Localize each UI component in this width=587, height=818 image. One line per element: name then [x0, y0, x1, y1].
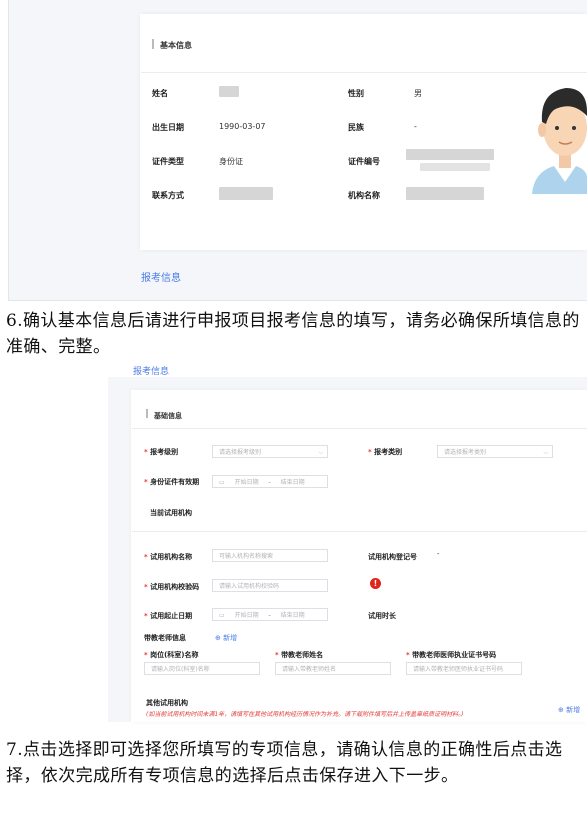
- add-other-org-button[interactable]: ⊕ 新增: [558, 705, 580, 715]
- idno-label: 证件编号: [348, 157, 380, 166]
- divider: [132, 531, 587, 532]
- warning-icon: !: [370, 578, 381, 589]
- trial-date-range[interactable]: ▭ 开始日期 - 结束日期: [212, 608, 328, 621]
- idno-value-redacted: [406, 149, 494, 160]
- org-code-label: * 试用机构校验码: [144, 583, 200, 591]
- exam-level-select[interactable]: 请选择报考级别 ⌵: [212, 445, 328, 458]
- exam-type-label: * 报考类别: [368, 448, 403, 456]
- contact-label: 联系方式: [152, 191, 184, 200]
- org-label: 机构名称: [348, 191, 380, 200]
- post-input[interactable]: 请输入岗位(科室)名称: [144, 662, 260, 675]
- trial-date-label: * 试用起止日期: [144, 612, 193, 620]
- calendar-icon: ▭: [219, 612, 225, 619]
- idno-value-redacted-2: [420, 163, 490, 171]
- birth-value: 1990-03-07: [219, 122, 266, 131]
- current-org-title: 当前试用机构: [150, 509, 192, 517]
- teacher-cert-input[interactable]: 请输入带教老师医师执业证书号码: [406, 662, 522, 675]
- instruction-step-6: 6.确认基本信息后请进行申报项目报考信息的填写，请务必确保所填信息的准确、完整。: [6, 311, 580, 357]
- exam-level-label: * 报考级别: [144, 448, 179, 456]
- post-label: * 岗位(科室)名称: [144, 651, 199, 659]
- basic-info-header: 基本信息: [152, 33, 192, 52]
- birth-label: 出生日期: [152, 123, 184, 132]
- trial-duration-label: 试用时长: [368, 612, 396, 620]
- id-validity-range[interactable]: ▭ 开始日期 - 结束日期: [212, 475, 328, 488]
- name-label: 姓名: [152, 89, 168, 98]
- calendar-icon: ▭: [219, 479, 225, 486]
- org-name-label: * 试用机构名称: [144, 553, 193, 561]
- org-code-input[interactable]: 请输入试用机构校验码: [212, 579, 328, 592]
- instruction-step-7: 7.点击选择即可选择您所填写的专项信息，请确认信息的正确性后点击选择，依次完成所…: [6, 740, 563, 786]
- add-teacher-button[interactable]: ⊕ 新增: [215, 633, 237, 643]
- name-value-redacted: [219, 86, 239, 97]
- form-section-title: 基础信息: [154, 412, 182, 420]
- contact-value-redacted: [219, 187, 273, 200]
- teacher-info-title: 带教老师信息: [144, 634, 186, 642]
- exam-type-select[interactable]: 请选择报考类别 ⌵: [437, 445, 553, 458]
- section-marker: [152, 38, 154, 49]
- plus-circle-icon: ⊕: [558, 706, 567, 714]
- divider: [141, 72, 587, 73]
- idtype-value: 身份证: [219, 157, 243, 166]
- ethnic-label: 民族: [348, 123, 364, 132]
- form-section-header: 基础信息: [146, 403, 182, 422]
- org-name-input[interactable]: 可输入机构名称搜索: [212, 549, 328, 562]
- ethnic-value: -: [414, 122, 417, 131]
- other-org-title: 其他试用机构: [146, 699, 188, 707]
- section-title: 基本信息: [160, 41, 192, 50]
- teacher-cert-label: * 带教老师医师执业证书号码: [406, 651, 497, 659]
- gender-label: 性别: [348, 89, 364, 98]
- divider: [132, 428, 587, 429]
- plus-circle-icon: ⊕: [215, 634, 224, 642]
- avatar-illustration: [532, 88, 587, 194]
- org-reg-value: -: [437, 550, 440, 558]
- other-org-note: (如当前试用机构时间未满1年，请填写在其他试用机构经历情况作为补充。请下载附件填…: [146, 711, 464, 718]
- gender-value: 男: [414, 89, 422, 98]
- section-marker: [146, 409, 148, 418]
- org-reg-label: 试用机构登记号: [368, 553, 417, 561]
- teacher-name-label: * 带教老师姓名: [275, 651, 324, 659]
- exam-info-link[interactable]: 报考信息: [141, 269, 181, 284]
- id-validity-label: * 身份证件有效期: [144, 478, 200, 486]
- idtype-label: 证件类型: [152, 157, 184, 166]
- exam-info-top-link[interactable]: 报考信息: [133, 364, 169, 377]
- chevron-down-icon: ⌵: [318, 449, 323, 456]
- teacher-name-input[interactable]: 请输入带教老师姓名: [275, 662, 391, 675]
- org-value-redacted: [406, 187, 484, 200]
- chevron-down-icon: ⌵: [543, 449, 548, 456]
